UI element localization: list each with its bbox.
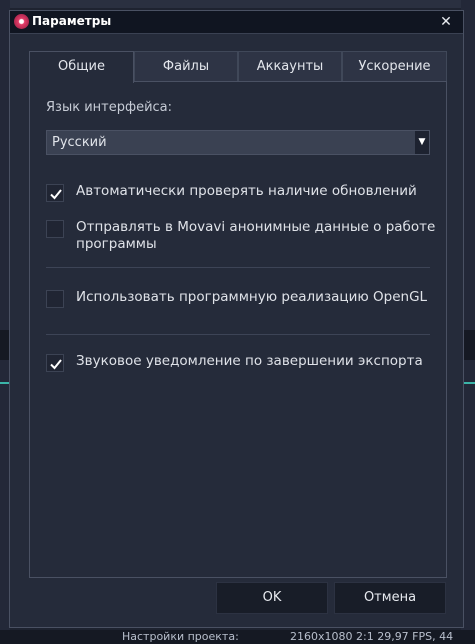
ok-button[interactable]: OK (216, 582, 328, 614)
dialog-title: Параметры (32, 14, 112, 28)
anonymous-data-checkbox[interactable] (46, 220, 64, 238)
separator (46, 267, 430, 268)
settings-dialog: Параметры ✕ Общие Файлы Аккаунты Ускорен… (9, 10, 464, 628)
close-icon[interactable]: ✕ (439, 15, 453, 29)
project-settings-value: 2160x1080 2:1 29,97 FPS, 44 (290, 630, 454, 643)
software-opengl-label: Использовать программную реализацию Open… (76, 289, 428, 305)
anonymous-data-label: Отправлять в Movavi анонимные данные о р… (76, 219, 436, 252)
software-opengl-checkbox[interactable] (46, 290, 64, 308)
separator (46, 334, 430, 335)
background-status-bar: Настройки проекта: 2160x1080 2:1 29,97 F… (0, 630, 475, 644)
background-toolbar (0, 0, 475, 8)
dialog-titlebar[interactable]: Параметры ✕ (10, 11, 463, 34)
tab-acceleration[interactable]: Ускорение (342, 51, 447, 81)
tab-files[interactable]: Файлы (134, 51, 238, 81)
settings-tabs: Общие Файлы Аккаунты Ускорение (29, 51, 447, 83)
checkmark-icon (50, 189, 62, 200)
auto-update-checkbox[interactable] (46, 184, 64, 202)
export-sound-checkbox[interactable] (46, 354, 64, 372)
movavi-logo-icon (14, 14, 29, 29)
auto-update-label: Автоматически проверять наличие обновлен… (76, 183, 417, 199)
tab-accounts[interactable]: Аккаунты (238, 51, 342, 81)
interface-language-value: Русский (52, 135, 107, 150)
dropdown-arrow-icon[interactable]: ▼ (415, 131, 429, 154)
interface-language-select[interactable]: Русский ▼ (46, 130, 430, 155)
project-settings-label: Настройки проекта: (122, 630, 239, 643)
export-sound-label: Звуковое уведомление по завершении экспо… (76, 353, 423, 369)
interface-language-label: Язык интерфейса: (46, 100, 173, 115)
background-timeline-marker (463, 382, 475, 384)
checkmark-icon (50, 359, 62, 370)
tab-general[interactable]: Общие (29, 51, 134, 83)
general-settings-panel: Язык интерфейса: Русский ▼ Автоматически… (29, 81, 447, 578)
cancel-button[interactable]: Отмена (334, 582, 446, 614)
